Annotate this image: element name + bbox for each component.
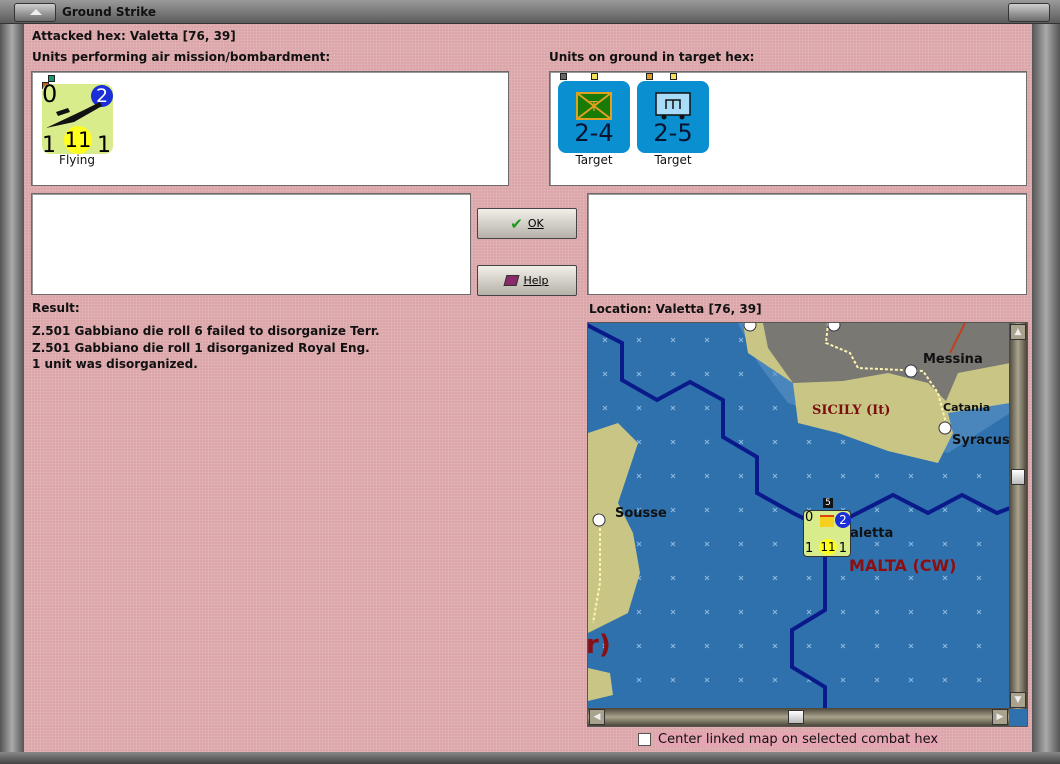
linked-map[interactable]: Messina Catania Syracus SICILY (It) Sous…	[586, 322, 1028, 727]
result-line: 1 unit was disorganized.	[32, 357, 198, 371]
center-map-checkbox[interactable]	[638, 733, 651, 746]
status-dot	[560, 73, 567, 80]
scroll-up-arrow-icon[interactable]: ▲	[1010, 324, 1026, 340]
window-frame-right	[1032, 24, 1060, 764]
map-label-messina: Messina	[923, 352, 983, 367]
map-unit-stack[interactable]: 5 0 2 1 11 1	[803, 498, 853, 560]
map-label-partial: r)	[586, 630, 611, 660]
window-frame-left	[0, 24, 24, 764]
window-title: Ground Strike	[62, 5, 157, 19]
unit-strength: 2-4	[574, 119, 614, 147]
center-map-checkbox-label[interactable]: Center linked map on selected combat hex	[656, 732, 941, 747]
counter-center: 11	[819, 539, 837, 555]
defenders-label: Units on ground in target hex:	[549, 50, 755, 64]
window-frame-bottom	[0, 752, 1060, 764]
unit-strength: 2-5	[653, 119, 693, 147]
map-horizontal-scrollbar[interactable]: ◀ ▶	[588, 708, 1009, 726]
attackers-list: 0 2 1 11 1 Flying	[31, 71, 509, 186]
horizontal-scroll-thumb[interactable]	[788, 710, 804, 724]
unit-counter: T 2-4	[558, 81, 630, 153]
attacked-hex-label: Attacked hex: Valetta [76, 39]	[32, 29, 236, 43]
status-dot	[670, 73, 677, 80]
map-unit-counter: 0 2 1 11 1	[803, 510, 851, 557]
map-vertical-scrollbar[interactable]: ▲ ▼	[1009, 323, 1027, 709]
unit-caption: Target	[575, 153, 613, 167]
result-text: Z.501 Gabbiano die roll 6 failed to diso…	[32, 323, 380, 373]
map-label-sicily: SICILY (It)	[812, 403, 891, 418]
defender-unit[interactable]: T 2-4 Target	[558, 72, 632, 170]
unit-counter: 0 2 1 11 1	[42, 80, 113, 158]
defenders-list: T 2-4 Target 2-5 Target	[549, 71, 1027, 186]
engineer-icon	[655, 92, 691, 120]
counter-top-left: 0	[805, 510, 814, 525]
counter-center: 11	[64, 126, 92, 154]
attacker-details-panel	[31, 193, 471, 295]
map-label-valetta: aletta	[850, 526, 894, 541]
close-button[interactable]	[1008, 3, 1050, 22]
attacker-unit[interactable]: 0 2 1 11 1 Flying	[40, 74, 122, 169]
result-line: Z.501 Gabbiano die roll 1 disorganized R…	[32, 340, 370, 355]
counter-bottom-left: 1	[805, 541, 814, 556]
help-button[interactable]: Help	[477, 265, 577, 296]
scroll-right-arrow-icon[interactable]: ▶	[992, 709, 1008, 725]
map-label-catania: Catania	[943, 401, 991, 414]
help-book-icon	[503, 275, 520, 286]
title-bar: Ground Strike	[0, 0, 1060, 24]
fire-icon	[820, 515, 834, 527]
defender-unit[interactable]: 2-5 Target	[637, 72, 711, 170]
attackers-label: Units performing air mission/bombardment…	[32, 50, 331, 64]
scroll-down-arrow-icon[interactable]: ▼	[1010, 692, 1026, 708]
vertical-scroll-thumb[interactable]	[1011, 469, 1025, 485]
result-label: Result:	[32, 301, 80, 315]
ok-label: OK	[527, 217, 544, 230]
map-label-syracuse: Syracus	[952, 433, 1009, 448]
minimize-button[interactable]	[14, 3, 56, 22]
counter-bottom-right: 1	[838, 541, 847, 556]
counter-badge: 2	[835, 512, 851, 528]
map-label-sousse: Sousse	[615, 506, 667, 521]
status-dot	[646, 73, 653, 80]
ok-button[interactable]: ✔ OK	[477, 208, 577, 239]
svg-text:T: T	[589, 100, 598, 115]
unit-counter: 2-5	[637, 81, 709, 153]
defender-details-panel	[587, 193, 1027, 295]
scroll-left-arrow-icon[interactable]: ◀	[589, 709, 605, 725]
unit-caption: Flying	[59, 153, 95, 167]
territorial-infantry-icon: T	[576, 92, 612, 120]
unit-caption: Target	[654, 153, 692, 167]
location-label: Location: Valetta [76, 39]	[589, 302, 762, 316]
help-label: Help	[523, 274, 549, 287]
map-label-malta: MALTA (CW)	[849, 556, 957, 575]
status-dot	[591, 73, 598, 80]
checkmark-icon: ✔	[510, 214, 523, 233]
stack-count: 5	[823, 498, 833, 508]
result-line: Z.501 Gabbiano die roll 6 failed to diso…	[32, 324, 380, 338]
